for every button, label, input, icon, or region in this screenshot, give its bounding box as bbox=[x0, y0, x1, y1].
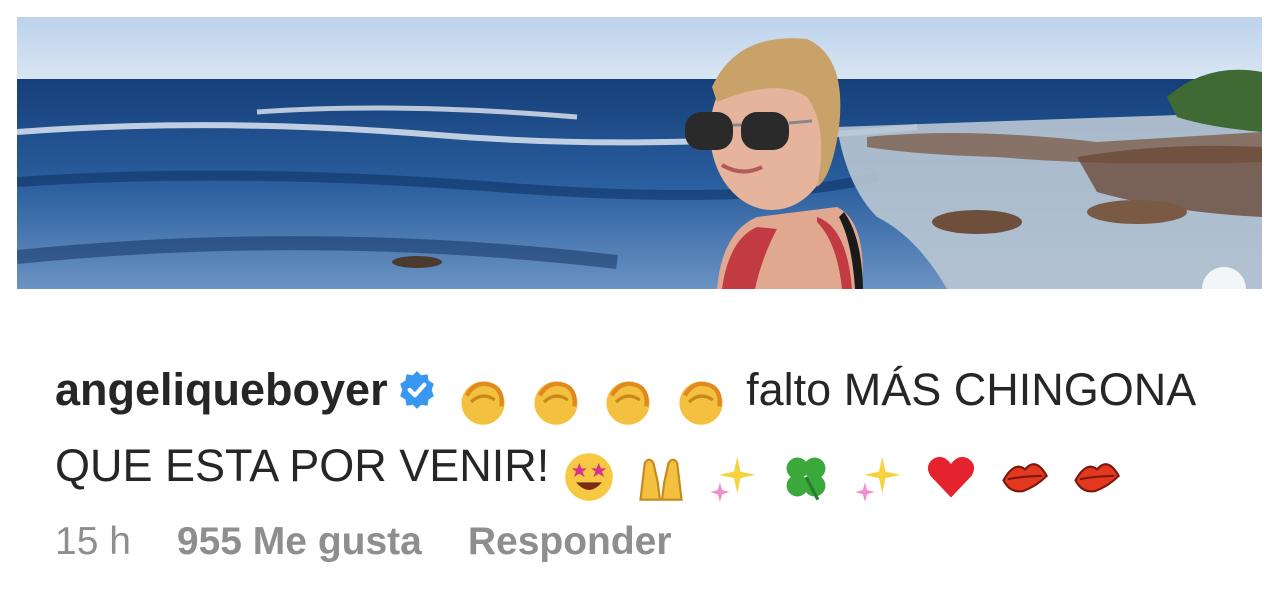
comment-meta: 15 h 955 Me gusta Responder bbox=[55, 520, 672, 564]
post-photo[interactable] bbox=[17, 17, 1262, 289]
clapping-hands-icon bbox=[461, 381, 505, 425]
comment-text-line1: falto MÁS CHINGONA bbox=[746, 364, 1197, 415]
sparkles-icon bbox=[855, 456, 901, 502]
kiss-mark-icon bbox=[1074, 463, 1121, 493]
reply-button[interactable]: Responder bbox=[468, 520, 672, 564]
clapping-hands-icon bbox=[534, 381, 578, 425]
trailing-emoji-group bbox=[562, 440, 1130, 508]
comment-text-line2: QUE ESTA POR VENIR! bbox=[55, 440, 550, 491]
star-struck-icon bbox=[565, 453, 613, 501]
verified-badge-icon bbox=[399, 371, 434, 409]
sparkles-icon bbox=[710, 456, 756, 502]
red-heart-icon bbox=[928, 456, 975, 498]
clapping-hands-icon bbox=[679, 381, 723, 425]
raising-hands-icon bbox=[639, 458, 684, 501]
comment: angeliqueboyer falto MÁS CHINGONA QUE ES… bbox=[55, 356, 1270, 508]
comment-likes[interactable]: 955 Me gusta bbox=[177, 520, 422, 564]
comment-timestamp[interactable]: 15 h bbox=[55, 520, 131, 564]
leading-emoji-group bbox=[456, 364, 734, 432]
comment-username[interactable]: angeliqueboyer bbox=[55, 364, 388, 415]
beach-photo-image bbox=[17, 17, 1262, 289]
four-leaf-clover-icon bbox=[786, 457, 826, 501]
clapping-hands-icon bbox=[606, 381, 650, 425]
kiss-mark-icon bbox=[1002, 463, 1048, 493]
